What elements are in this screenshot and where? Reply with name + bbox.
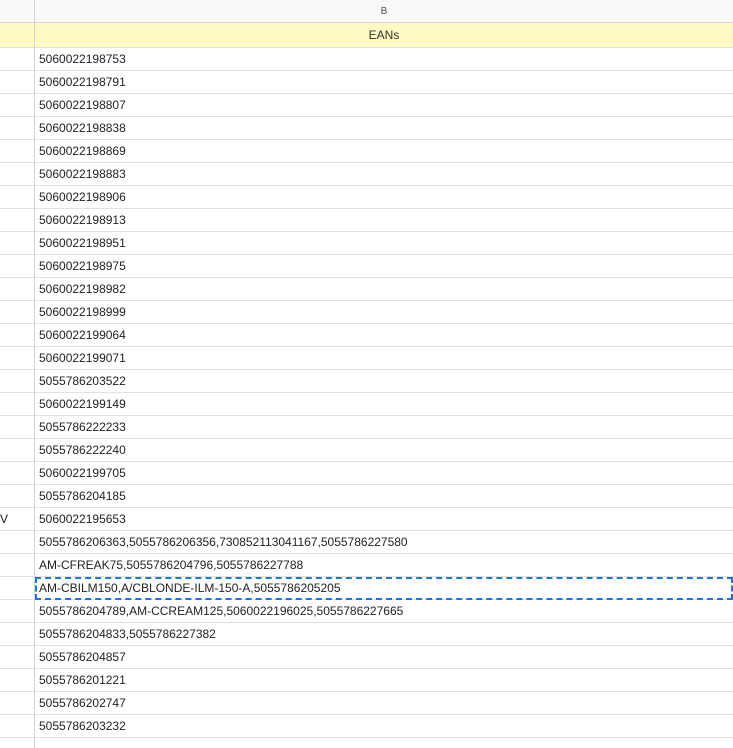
ean-cell[interactable]: 5055786203232 <box>35 715 733 738</box>
ean-cell[interactable]: 5055786203522 <box>35 370 733 393</box>
ean-cell[interactable]: 5060022198869 <box>35 140 733 163</box>
cell-a[interactable] <box>0 531 34 554</box>
ean-cell[interactable]: 5055786204857 <box>35 646 733 669</box>
cell-a[interactable] <box>0 462 34 485</box>
eans-header-cell[interactable]: EANs <box>35 23 733 48</box>
cell-a[interactable] <box>0 209 34 232</box>
cell-a[interactable] <box>0 117 34 140</box>
ean-cell[interactable]: 5060022198982 <box>35 278 733 301</box>
ean-cell[interactable]: 5060022198883 <box>35 163 733 186</box>
cell-a[interactable] <box>0 623 34 646</box>
cell-a[interactable] <box>0 692 34 715</box>
column-a-rows: V <box>0 48 34 738</box>
cell-a[interactable] <box>0 48 34 71</box>
ean-cell[interactable]: 5055786222240 <box>35 439 733 462</box>
column-b-rows: 5060022198753 5060022198791 5060022198807 5… <box>35 48 733 738</box>
ean-cell[interactable]: 5060022198975 <box>35 255 733 278</box>
ean-cell[interactable]: 5060022199064 <box>35 324 733 347</box>
cell-a[interactable] <box>0 347 34 370</box>
ean-cell[interactable]: 5060022198791 <box>35 71 733 94</box>
cell-a[interactable] <box>0 577 34 600</box>
ean-cell[interactable]: 5055786204789,AM-CCREAM125,5060022196025… <box>35 600 733 623</box>
cell-a[interactable] <box>0 715 34 738</box>
cell-a[interactable] <box>0 485 34 508</box>
cell-a[interactable] <box>0 71 34 94</box>
ean-cell[interactable]: 5055786204833,5055786227382 <box>35 623 733 646</box>
column-a: V <box>0 0 35 748</box>
cell-a[interactable] <box>0 370 34 393</box>
ean-cell[interactable]: 5060022199149 <box>35 393 733 416</box>
ean-cell[interactable]: 5055786204185 <box>35 485 733 508</box>
cell-a[interactable] <box>0 600 34 623</box>
column-a-header-cell[interactable] <box>0 23 34 48</box>
column-b-header[interactable]: B <box>35 0 733 23</box>
cell-a[interactable] <box>0 301 34 324</box>
ean-cell[interactable]: 5055786201221 <box>35 669 733 692</box>
cell-a[interactable] <box>0 163 34 186</box>
ean-cell[interactable]: AM-CFREAK75,5055786204796,5055786227788 <box>35 554 733 577</box>
ean-cell[interactable]: 5060022198753 <box>35 48 733 71</box>
ean-cell[interactable]: 5060022199071 <box>35 347 733 370</box>
ean-cell[interactable]: 5060022198807 <box>35 94 733 117</box>
ean-cell[interactable]: 5060022198999 <box>35 301 733 324</box>
cell-a[interactable] <box>0 439 34 462</box>
selected-cell[interactable]: AM-CBILM150,A/CBLONDE-ILM-150-A,50557862… <box>35 577 733 600</box>
cell-a[interactable] <box>0 255 34 278</box>
ean-cell[interactable]: 5055786222233 <box>35 416 733 439</box>
ean-cell[interactable]: 5060022198906 <box>35 186 733 209</box>
cell-a[interactable] <box>0 278 34 301</box>
cell-a[interactable] <box>0 232 34 255</box>
cell-a[interactable] <box>0 646 34 669</box>
cell-a[interactable] <box>0 140 34 163</box>
ean-cell[interactable]: 5060022195653 <box>35 508 733 531</box>
cell-a[interactable] <box>0 554 34 577</box>
ean-cell[interactable]: 5055786206363,5055786206356,730852113041… <box>35 531 733 554</box>
ean-cell[interactable]: 5060022198951 <box>35 232 733 255</box>
ean-cell[interactable]: 5060022198913 <box>35 209 733 232</box>
column-a-header[interactable] <box>0 0 34 23</box>
ean-cell[interactable]: 5060022199705 <box>35 462 733 485</box>
column-b: B EANs 5060022198753 5060022198791 5060022… <box>35 0 733 748</box>
cell-a[interactable] <box>0 186 34 209</box>
ean-cell[interactable]: 5055786202747 <box>35 692 733 715</box>
cell-a[interactable] <box>0 393 34 416</box>
cell-a[interactable] <box>0 94 34 117</box>
ean-cell[interactable]: 5060022198838 <box>35 117 733 140</box>
cell-a[interactable] <box>0 324 34 347</box>
cell-a[interactable]: V <box>0 508 34 531</box>
cell-a[interactable] <box>0 669 34 692</box>
cell-a[interactable] <box>0 416 34 439</box>
